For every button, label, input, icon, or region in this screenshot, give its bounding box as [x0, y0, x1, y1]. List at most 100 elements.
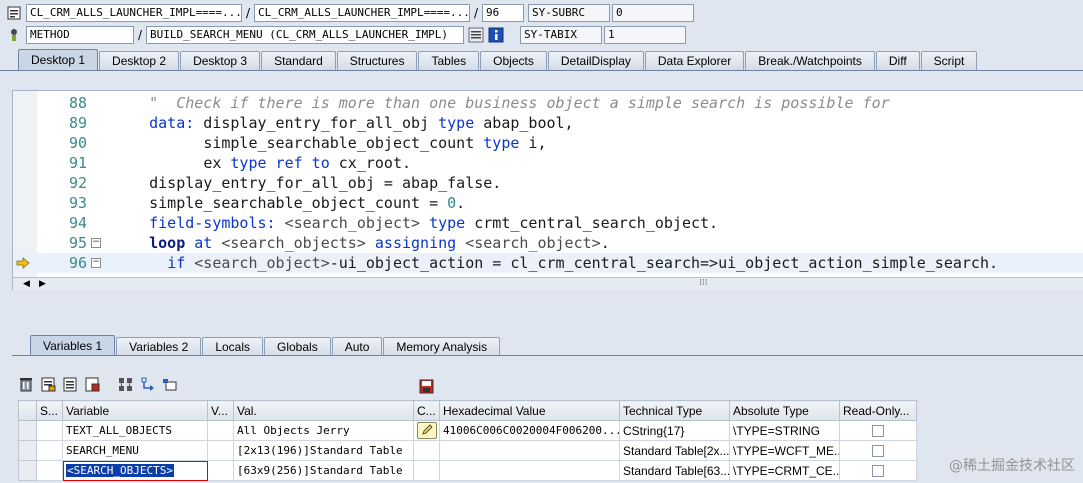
- tab-globals[interactable]: Globals: [264, 337, 331, 356]
- tab-desktop-3[interactable]: Desktop 3: [180, 51, 261, 70]
- code-line[interactable]: 95− loop at <search_objects> assigning <…: [13, 233, 1083, 253]
- variable-cell[interactable]: SEARCH_MENU: [62, 440, 208, 461]
- fold-toggle-icon[interactable]: −: [91, 238, 101, 248]
- import-icon[interactable]: [84, 376, 100, 392]
- display-icon[interactable]: [162, 376, 178, 392]
- tab-objects[interactable]: Objects: [480, 51, 547, 70]
- code-token: ex: [203, 154, 231, 172]
- system-variable-value: 0: [612, 4, 694, 22]
- code-line[interactable]: 93 simple_searchable_object_count = 0.: [13, 193, 1083, 213]
- column-header-status[interactable]: S...: [36, 400, 63, 421]
- tab-standard[interactable]: Standard: [261, 51, 336, 70]
- scroll-right-icon[interactable]: ▶: [39, 279, 46, 289]
- tab-structures[interactable]: Structures: [336, 51, 418, 70]
- hex-value-cell[interactable]: [439, 440, 620, 461]
- tab-variables-1[interactable]: Variables 1: [30, 335, 116, 356]
- code-token: <search_object>: [465, 234, 601, 252]
- line-number-field[interactable]: 96: [482, 4, 524, 22]
- tab-variables-2[interactable]: Variables 2: [116, 337, 202, 356]
- system-variable-value: 1: [604, 26, 686, 44]
- read-only-cell: [839, 460, 917, 481]
- table-row: TEXT_ALL_OBJECTS All Objects Jerry 41006…: [18, 420, 917, 441]
- variable-name-selected[interactable]: <SEARCH_OBJECTS>: [66, 464, 174, 477]
- code-line[interactable]: 94 field-symbols: <search_object> type c…: [13, 213, 1083, 233]
- code-text: data: display_entry_for_all_obj type aba…: [113, 113, 573, 133]
- tab-memory-analysis[interactable]: Memory Analysis: [383, 337, 501, 356]
- tab-break-watchpoints[interactable]: Break./Watchpoints: [745, 51, 875, 70]
- row-selector[interactable]: [18, 420, 37, 441]
- column-header-change[interactable]: C...: [413, 400, 440, 421]
- class-name-field[interactable]: CL_CRM_ALLS_LAUNCHER_IMPL====...: [26, 4, 242, 22]
- load-variables-icon[interactable]: [62, 376, 78, 392]
- include-name-field[interactable]: CL_CRM_ALLS_LAUNCHER_IMPL====...: [254, 4, 470, 22]
- tab-locals[interactable]: Locals: [202, 337, 263, 356]
- column-header-hex-value[interactable]: Hexadecimal Value: [439, 400, 620, 421]
- system-variable-name: SY-SUBRC: [528, 4, 610, 22]
- value-cell[interactable]: All Objects Jerry: [233, 420, 414, 441]
- code-token: display_entry_for_all_obj: [194, 114, 439, 132]
- line-number: 89: [68, 114, 87, 132]
- column-header-value[interactable]: Val.: [233, 400, 414, 421]
- change-cell[interactable]: [413, 420, 440, 441]
- code-text: field-symbols: <search_object> type crmt…: [113, 213, 718, 233]
- tab-detail-display[interactable]: DetailDisplay: [547, 51, 644, 70]
- column-header-variable[interactable]: Variable: [62, 400, 208, 421]
- navigate-icon[interactable]: [140, 376, 156, 392]
- info-icon[interactable]: [488, 27, 504, 43]
- code-line[interactable]: 91 ex type ref to cx_root.: [13, 153, 1083, 173]
- code-line[interactable]: 88 " Check if there is more than one bus…: [13, 93, 1083, 113]
- line-number: 90: [68, 134, 87, 152]
- scroll-grip-icon[interactable]: ⁞⁞⁞: [699, 278, 708, 288]
- tab-tables[interactable]: Tables: [418, 51, 480, 70]
- code-editor[interactable]: 88 " Check if there is more than one bus…: [12, 90, 1083, 290]
- hierarchy-icon[interactable]: [118, 376, 134, 392]
- column-header-absolute-type[interactable]: Absolute Type: [729, 400, 840, 421]
- variable-cell[interactable]: <SEARCH_OBJECTS>: [62, 460, 208, 481]
- column-header-technical-type[interactable]: Technical Type: [619, 400, 730, 421]
- line-number: 92: [68, 174, 87, 192]
- tab-data-explorer[interactable]: Data Explorer: [644, 51, 745, 70]
- value-cell[interactable]: [2x13(196)]Standard Table: [233, 440, 414, 461]
- status-cell: [36, 440, 63, 461]
- row-selector[interactable]: [18, 440, 37, 461]
- tab-diff[interactable]: Diff: [875, 51, 920, 70]
- change-cell[interactable]: [413, 460, 440, 481]
- technical-type-cell: CString{17}: [619, 420, 730, 441]
- header-row-2: METHOD / BUILD_SEARCH_MENU (CL_CRM_ALLS_…: [0, 25, 686, 45]
- hex-value-cell[interactable]: 41006C006C0020004F006200...: [439, 420, 620, 441]
- column-header-read-only[interactable]: Read-Only...: [839, 400, 917, 421]
- delete-icon[interactable]: [18, 376, 34, 392]
- code-line[interactable]: 90 simple_searchable_object_count type i…: [13, 133, 1083, 153]
- tab-desktop-1[interactable]: Desktop 1: [18, 49, 99, 70]
- pencil-icon[interactable]: [417, 421, 437, 439]
- variable-cell[interactable]: TEXT_ALL_OBJECTS: [62, 420, 208, 441]
- save-icon[interactable]: [418, 378, 434, 394]
- code-line[interactable]: 92 display_entry_for_all_obj = abap_fals…: [13, 173, 1083, 193]
- tab-script[interactable]: Script: [920, 51, 978, 70]
- method-name-field[interactable]: BUILD_SEARCH_MENU (CL_CRM_ALLS_LAUNCHER_…: [146, 26, 464, 44]
- tab-desktop-2[interactable]: Desktop 2: [99, 51, 180, 70]
- fold-toggle-icon[interactable]: −: [91, 258, 101, 268]
- horizontal-scrollbar[interactable]: ◀ ▶ ⁞⁞⁞: [13, 277, 1083, 290]
- value-cell[interactable]: [63x9(256)]Standard Table: [233, 460, 414, 481]
- row-selector[interactable]: [18, 460, 37, 481]
- code-text: simple_searchable_object_count type i,: [113, 133, 546, 153]
- tab-auto[interactable]: Auto: [331, 337, 383, 356]
- hex-value-cell[interactable]: [439, 460, 620, 481]
- change-cell[interactable]: [413, 440, 440, 461]
- code-line[interactable]: 96− if <search_object>-ui_object_action …: [13, 253, 1083, 273]
- code-token: simple_searchable_object_count =: [149, 194, 448, 212]
- save-variables-icon[interactable]: [40, 376, 56, 392]
- column-header-v[interactable]: V...: [207, 400, 234, 421]
- source-icon[interactable]: [468, 27, 484, 43]
- variables-toolbar: [18, 376, 178, 392]
- code-token: assigning: [374, 234, 457, 252]
- code-line[interactable]: 89 data: display_entry_for_all_obj type …: [13, 113, 1083, 133]
- grid-corner[interactable]: [18, 400, 37, 421]
- code-token: " Check if there is more than one busine…: [149, 94, 890, 112]
- event-type-field[interactable]: METHOD: [26, 26, 134, 44]
- scroll-left-icon[interactable]: ◀: [23, 279, 30, 289]
